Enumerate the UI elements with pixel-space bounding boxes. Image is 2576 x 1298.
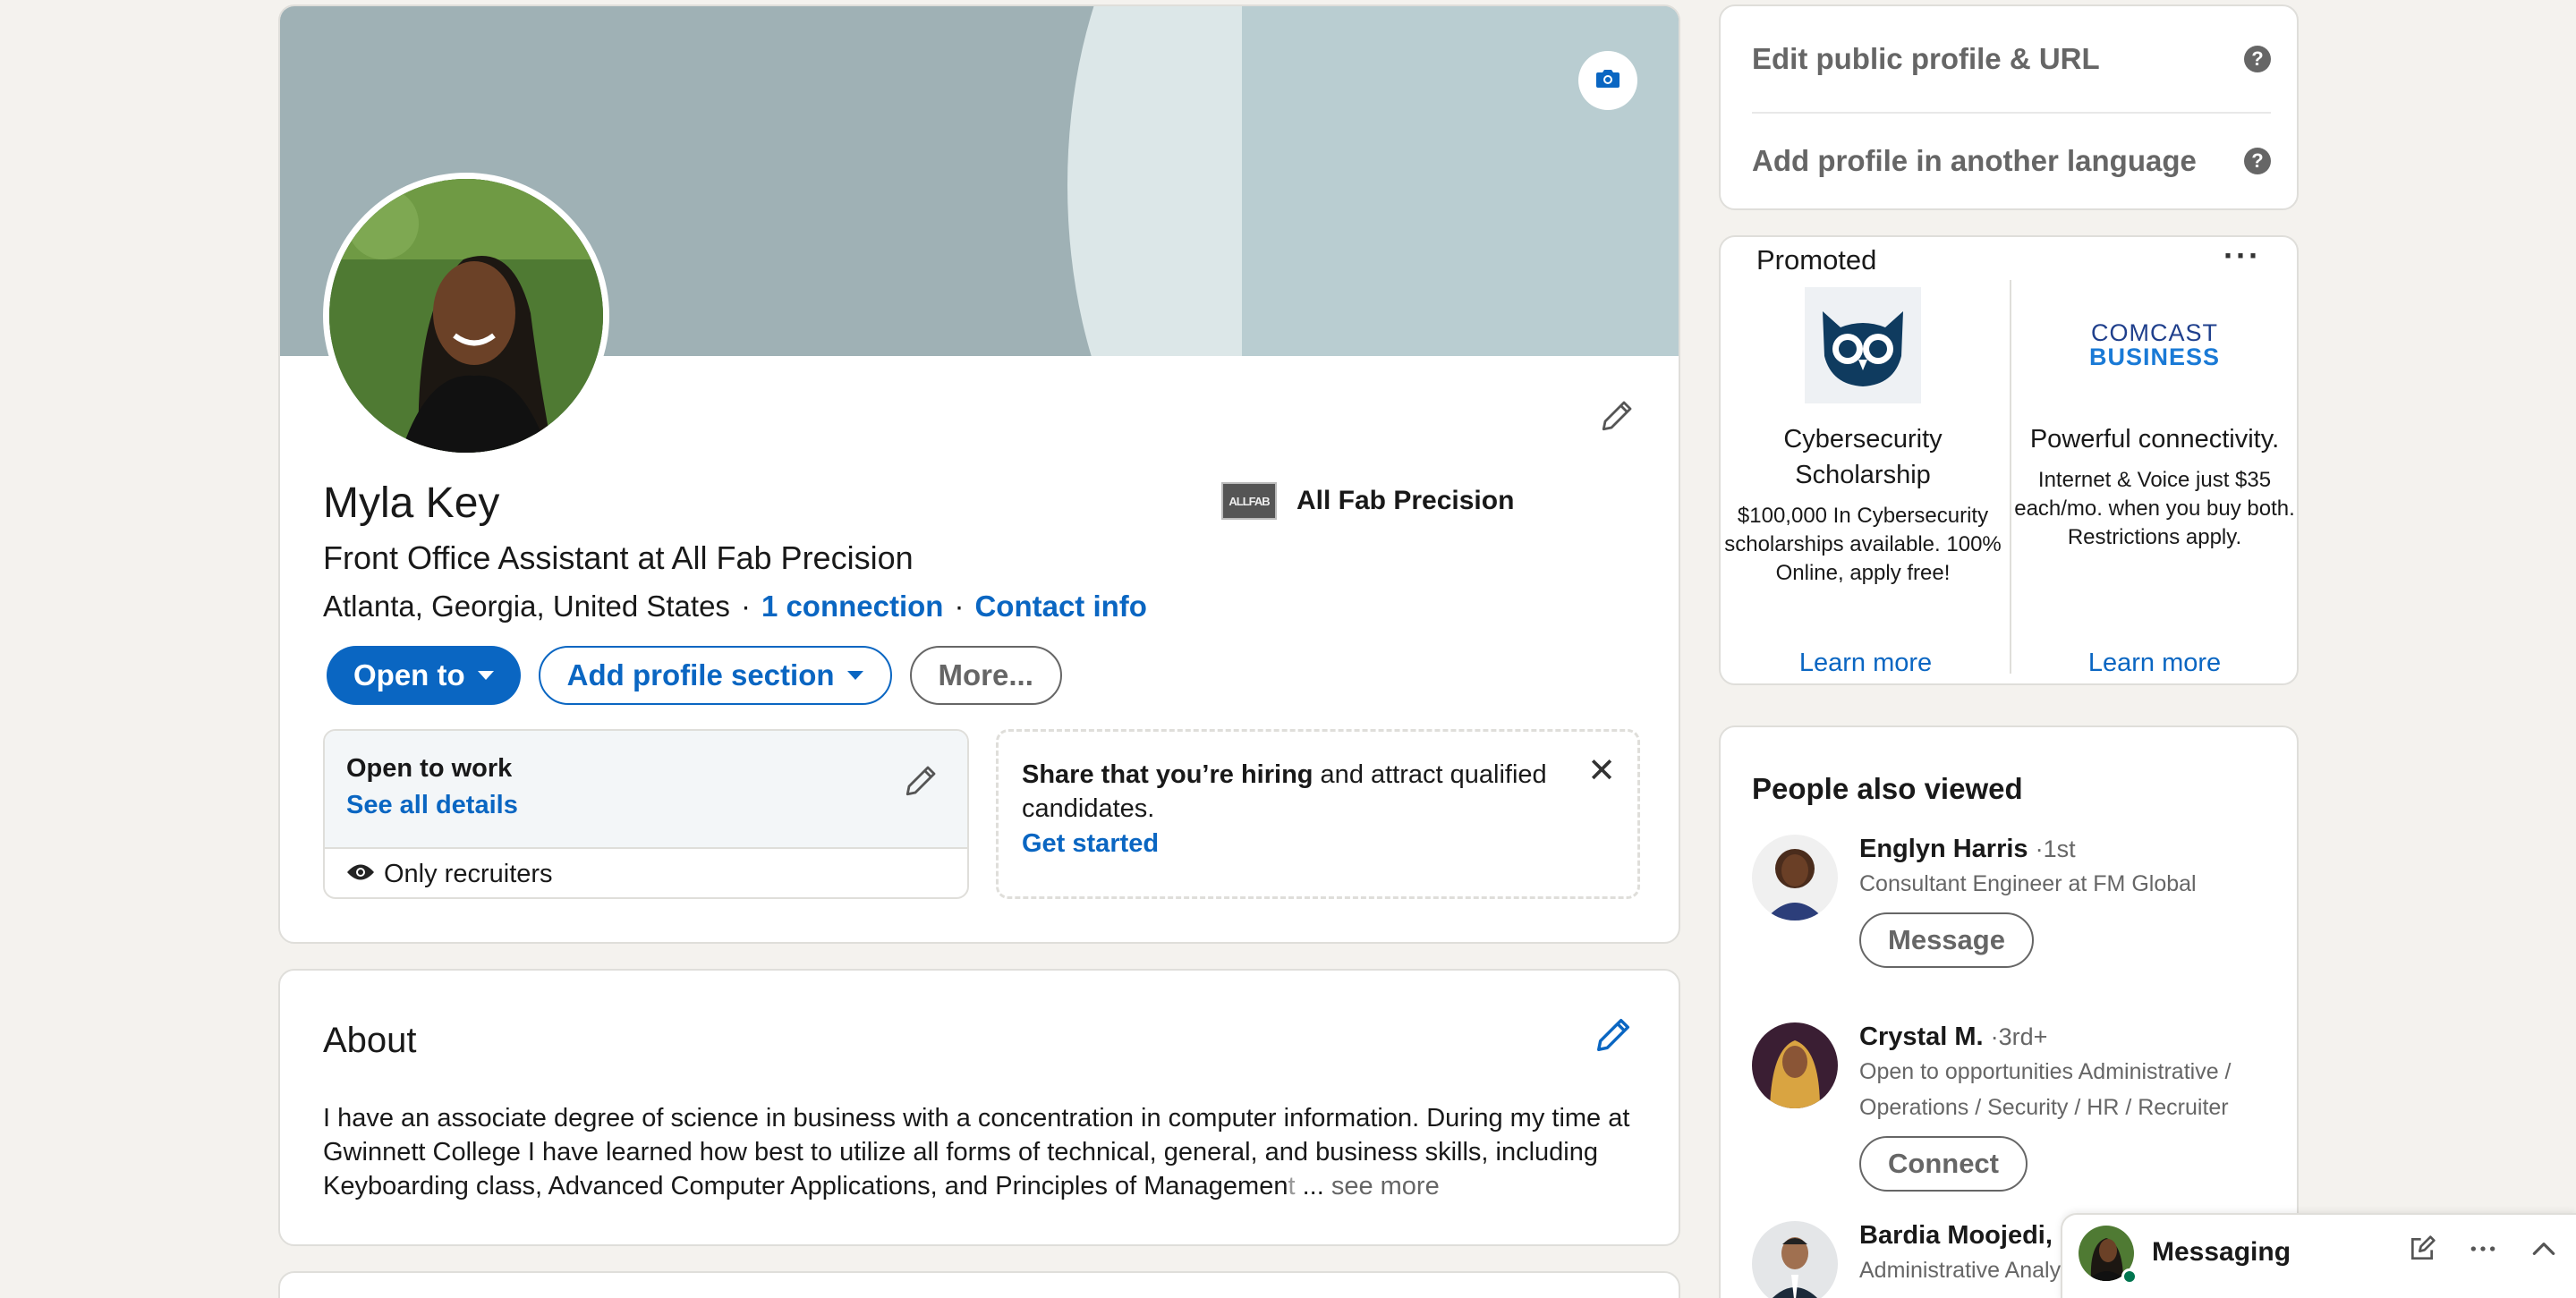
profile-headline: Front Office Assistant at All Fab Precis… bbox=[323, 539, 914, 576]
person-name[interactable]: Englyn Harris ·1st bbox=[1859, 835, 2280, 864]
next-section-card bbox=[278, 1271, 1680, 1298]
message-button[interactable]: Message bbox=[1859, 912, 2034, 968]
ad-headline: Cybersecurity Scholarship bbox=[1783, 425, 1943, 489]
add-language-link[interactable]: Add profile in another language bbox=[1752, 144, 2197, 178]
share-hiring-card: ✕ Share that you’re hiring and attract q… bbox=[996, 729, 1640, 899]
connect-button[interactable]: Connect bbox=[1859, 1136, 2028, 1192]
edit-intro-button[interactable] bbox=[1594, 393, 1642, 441]
logo-line1: COMCAST bbox=[2091, 319, 2218, 346]
get-started-link[interactable]: Get started bbox=[1022, 827, 1159, 861]
person-name-text: Crystal M. bbox=[1859, 1022, 1984, 1051]
avatar[interactable] bbox=[1752, 835, 1838, 920]
more-options-icon[interactable] bbox=[2469, 1234, 2497, 1268]
ad-headline: Powerful connectivity. bbox=[2029, 425, 2280, 454]
learn-more-link[interactable]: Learn more bbox=[1721, 649, 2011, 678]
messaging-controls bbox=[2408, 1234, 2558, 1268]
about-card: About I have an associate degree of scie… bbox=[278, 969, 1680, 1246]
add-section-label: Add profile section bbox=[566, 658, 835, 691]
ad-cybersecurity[interactable]: Cybersecurity Scholarship $100,000 In Cy… bbox=[1721, 287, 2005, 588]
company-name: All Fab Precision bbox=[1297, 486, 1515, 515]
about-faded: t bbox=[1288, 1172, 1296, 1200]
about-text: I have an associate degree of science in… bbox=[323, 1101, 1647, 1203]
person-subtitle: Consultant Engineer at FM Global bbox=[1859, 871, 2197, 896]
eye-icon bbox=[346, 860, 375, 889]
help-icon[interactable]: ? bbox=[2244, 148, 2271, 174]
online-status-indicator bbox=[2121, 1268, 2138, 1285]
visibility-label: Only recruiters bbox=[384, 859, 553, 888]
ad-body: Internet & Voice just $35 each/mo. when … bbox=[2014, 468, 2295, 549]
profile-actions: Open to Add profile section More... bbox=[327, 646, 1062, 705]
edit-public-profile-row[interactable]: Edit public profile & URL ? bbox=[1752, 42, 2271, 76]
edit-about-pencil-icon[interactable] bbox=[1594, 1014, 1635, 1059]
public-profile-card: Edit public profile & URL ? Add profile … bbox=[1719, 4, 2299, 210]
caret-down-icon bbox=[846, 671, 863, 680]
about-title: About bbox=[323, 1021, 417, 1060]
company-logo: ALLFAB bbox=[1221, 482, 1277, 520]
ad-body: $100,000 In Cybersecurity scholarships a… bbox=[1724, 504, 2002, 585]
contact-info-link[interactable]: Contact info bbox=[974, 590, 1146, 624]
see-all-details-link[interactable]: See all details bbox=[346, 791, 946, 820]
location-line: Atlanta, Georgia, United States · 1 conn… bbox=[323, 590, 1147, 624]
person-name-text: Bardia Moojedi, M bbox=[1859, 1221, 2082, 1250]
more-button[interactable]: More... bbox=[909, 646, 1062, 705]
pencil-icon bbox=[1599, 396, 1637, 438]
person-subtitle: Open to opportunities Administrative / O… bbox=[1859, 1059, 2232, 1120]
help-icon[interactable]: ? bbox=[2244, 46, 2271, 72]
avatar[interactable] bbox=[1752, 1221, 1838, 1298]
person-name-text: Englyn Harris bbox=[1859, 835, 2028, 863]
open-to-work-title: Open to work bbox=[346, 754, 513, 783]
location: Atlanta, Georgia, United States bbox=[323, 590, 730, 623]
learn-more-link[interactable]: Learn more bbox=[2012, 649, 2297, 678]
separator: · bbox=[740, 590, 751, 623]
profile-card: Myla Key Front Office Assistant at All F… bbox=[278, 4, 1680, 944]
about-ellipsis: ... bbox=[1295, 1172, 1331, 1200]
current-company[interactable]: ALLFAB All Fab Precision bbox=[1221, 482, 1514, 520]
profile-name: Myla Key bbox=[323, 479, 500, 527]
caret-down-icon bbox=[477, 671, 494, 680]
owl-logo-icon bbox=[1805, 287, 1921, 403]
messaging-title: Messaging bbox=[2152, 1237, 2291, 1267]
ad-comcast[interactable]: COMCAST BUSINESS Powerful connectivity. … bbox=[2012, 287, 2297, 552]
see-more-link[interactable]: see more bbox=[1331, 1172, 1440, 1200]
profile-photo[interactable] bbox=[323, 173, 609, 459]
more-options-icon[interactable]: ··· bbox=[2223, 237, 2261, 275]
avatar[interactable] bbox=[1752, 1022, 1838, 1108]
add-language-row[interactable]: Add profile in another language ? bbox=[1752, 144, 2271, 178]
person-name[interactable]: Crystal M. ·3rd+ bbox=[1859, 1022, 2280, 1052]
divider bbox=[1752, 112, 2271, 114]
edit-banner-button[interactable] bbox=[1578, 51, 1637, 110]
open-to-label: Open to bbox=[353, 658, 465, 691]
hiring-bold-text: Share that you’re hiring bbox=[1022, 760, 1314, 789]
comcast-business-logo: COMCAST BUSINESS bbox=[2089, 287, 2219, 403]
close-icon[interactable]: ✕ bbox=[1587, 750, 1616, 793]
open-to-button[interactable]: Open to bbox=[327, 646, 521, 705]
pencil-icon[interactable] bbox=[903, 761, 940, 803]
edit-public-profile-link[interactable]: Edit public profile & URL bbox=[1752, 42, 2100, 76]
people-also-viewed-title: People also viewed bbox=[1752, 772, 2023, 805]
open-to-work-card: Open to work See all details Only recrui… bbox=[323, 729, 969, 899]
connections-link[interactable]: 1 connection bbox=[761, 590, 944, 624]
promoted-label: Promoted bbox=[1756, 244, 1877, 276]
logo-line2: BUSINESS bbox=[2088, 344, 2221, 370]
separator: · bbox=[954, 590, 965, 623]
camera-icon bbox=[1596, 69, 1620, 93]
compose-icon[interactable] bbox=[2408, 1234, 2436, 1268]
divider bbox=[2010, 280, 2011, 674]
connection-degree: ·1st bbox=[2035, 836, 2076, 862]
connection-degree: ·3rd+ bbox=[1990, 1023, 2048, 1050]
add-profile-section-button[interactable]: Add profile section bbox=[538, 646, 892, 705]
chevron-up-icon[interactable] bbox=[2529, 1234, 2558, 1268]
promoted-card: Promoted ··· Cybersecurity Scholarship $… bbox=[1719, 235, 2299, 685]
messaging-bar[interactable]: Messaging bbox=[2061, 1213, 2576, 1298]
people-also-viewed-card: People also viewed Englyn Harris ·1st Co… bbox=[1719, 725, 2299, 1298]
